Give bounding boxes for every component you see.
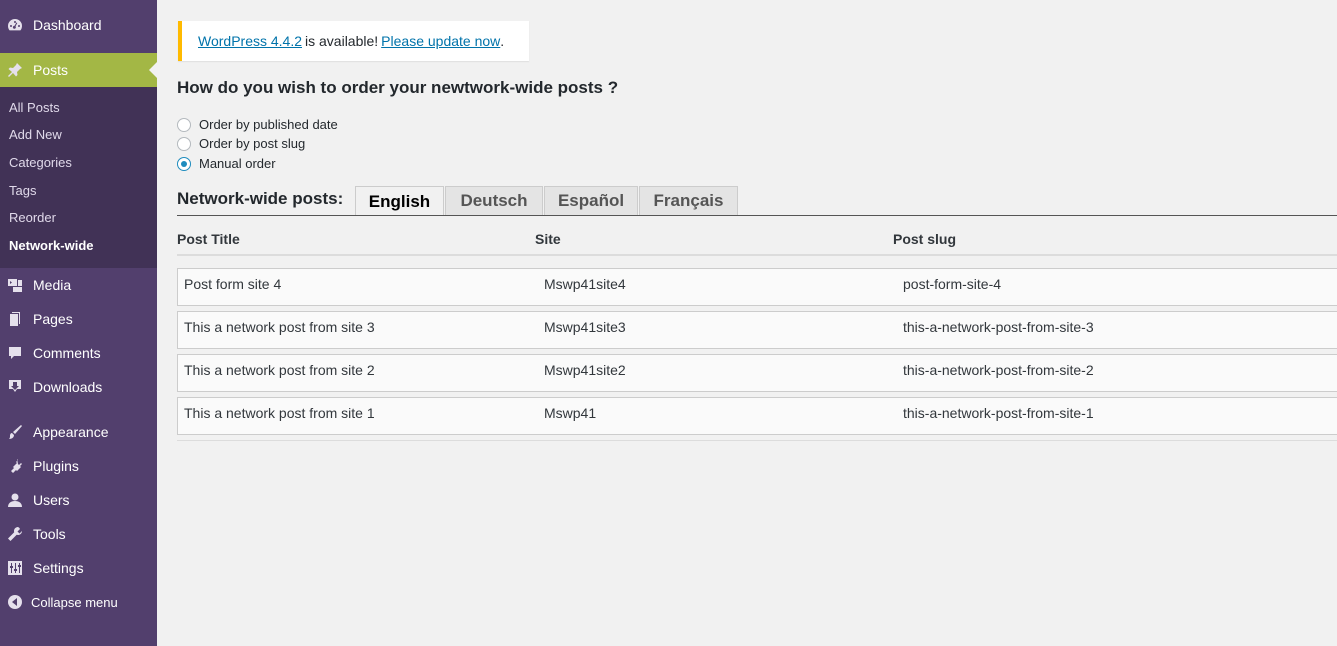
plugin-icon [7, 458, 23, 474]
comment-icon [7, 345, 23, 361]
tabs-divider [177, 215, 1337, 216]
menu-label: Posts [33, 62, 69, 78]
update-notice: WordPress 4.4.2 is available! Please upd… [178, 21, 529, 61]
cell-site: Mswp41site2 [544, 362, 626, 378]
radio-button[interactable] [177, 117, 191, 132]
menu-downloads[interactable]: Downloads [0, 370, 157, 404]
menu-settings[interactable]: Settings [0, 551, 157, 585]
cell-site: Mswp41site4 [544, 276, 626, 292]
column-header-post-title: Post Title [177, 231, 240, 247]
notice-period: . [500, 33, 505, 49]
column-header-post-slug: Post slug [893, 231, 957, 247]
cell-post-title: This a network post from site 1 [184, 405, 375, 421]
submenu-tags[interactable]: Tags [9, 183, 36, 198]
cell-post-title: This a network post from site 2 [184, 362, 375, 378]
menu-label: Plugins [33, 458, 79, 474]
submenu-all-posts[interactable]: All Posts [9, 100, 60, 115]
tab-francais[interactable]: Français [639, 186, 738, 215]
menu-users[interactable]: Users [0, 483, 157, 517]
menu-label: Media [33, 277, 72, 293]
menu-media[interactable]: Media [0, 268, 157, 302]
menu-label: Comments [33, 345, 101, 361]
radio-order-post-slug[interactable]: Order by post slug [177, 136, 305, 151]
cell-post-title: Post form site 4 [184, 276, 282, 292]
submenu-network-wide[interactable]: Network-wide [9, 238, 94, 253]
pages-icon [7, 311, 23, 327]
radio-button[interactable] [177, 136, 191, 151]
radio-manual-order[interactable]: Manual order [177, 156, 276, 171]
menu-dashboard[interactable]: Dashboard [0, 8, 157, 42]
cell-site: Mswp41site3 [544, 319, 626, 335]
table-row[interactable]: Post form site 4 Mswp41site4 post-form-s… [177, 268, 1337, 306]
column-header-site: Site [535, 231, 561, 247]
menu-label: Settings [33, 560, 84, 576]
cell-post-title: This a network post from site 3 [184, 319, 375, 335]
submenu-reorder[interactable]: Reorder [9, 210, 56, 225]
collapse-arrow-icon [7, 594, 23, 610]
menu-label: Tools [33, 526, 66, 542]
menu-pages[interactable]: Pages [0, 302, 157, 336]
menu-label: Downloads [33, 379, 103, 395]
user-icon [7, 492, 23, 508]
wordpress-version-link[interactable]: WordPress 4.4.2 [198, 33, 302, 49]
media-icon [7, 277, 23, 293]
dashboard-icon [7, 17, 23, 33]
collapse-menu-button[interactable]: Collapse menu [0, 590, 157, 614]
wrench-icon [7, 526, 23, 542]
radio-label: Order by post slug [199, 136, 306, 151]
submenu-categories[interactable]: Categories [9, 155, 72, 170]
cell-post-slug: this-a-network-post-from-site-2 [903, 362, 1094, 378]
radio-button[interactable] [177, 156, 191, 171]
pin-icon [7, 62, 23, 78]
header-divider [177, 254, 1337, 256]
posts-submenu: All Posts Add New Categories Tags Reorde… [0, 87, 157, 268]
table-row[interactable]: This a network post from site 3 Mswp41si… [177, 311, 1337, 349]
menu-label: Pages [33, 311, 73, 327]
table-row[interactable]: This a network post from site 1 Mswp41 t… [177, 397, 1337, 435]
cell-post-slug: this-a-network-post-from-site-1 [903, 405, 1094, 421]
settings-icon [7, 560, 23, 576]
menu-appearance[interactable]: Appearance [0, 415, 157, 449]
menu-plugins[interactable]: Plugins [0, 449, 157, 483]
radio-label: Manual order [199, 156, 276, 171]
menu-label: Users [33, 492, 70, 508]
radio-order-published-date[interactable]: Order by published date [177, 117, 338, 132]
table-row[interactable]: This a network post from site 2 Mswp41si… [177, 354, 1337, 392]
tabs-label: Network-wide posts: [177, 189, 344, 208]
notice-text: is available! [305, 33, 379, 49]
admin-sidebar: Dashboard Posts All Posts Add New Catego… [0, 0, 157, 646]
table-bottom-divider [177, 440, 1337, 441]
tab-espanol[interactable]: Español [544, 186, 638, 215]
collapse-label: Collapse menu [31, 594, 118, 610]
tab-deutsch[interactable]: Deutsch [445, 186, 543, 215]
cell-post-slug: this-a-network-post-from-site-3 [903, 319, 1094, 335]
radio-label: Order by published date [199, 117, 338, 132]
menu-label: Dashboard [33, 17, 102, 33]
update-now-link[interactable]: Please update now [381, 33, 500, 49]
download-icon [7, 379, 23, 395]
cell-post-slug: post-form-site-4 [903, 276, 1002, 292]
submenu-add-new[interactable]: Add New [9, 127, 62, 142]
menu-label: Appearance [33, 424, 109, 440]
tab-english[interactable]: English [355, 186, 444, 216]
menu-tools[interactable]: Tools [0, 517, 157, 551]
menu-posts[interactable]: Posts [0, 53, 157, 87]
order-question: How do you wish to order your newtwork-w… [177, 78, 619, 97]
paintbrush-icon [7, 424, 23, 440]
menu-comments[interactable]: Comments [0, 336, 157, 370]
cell-site: Mswp41 [544, 405, 597, 421]
